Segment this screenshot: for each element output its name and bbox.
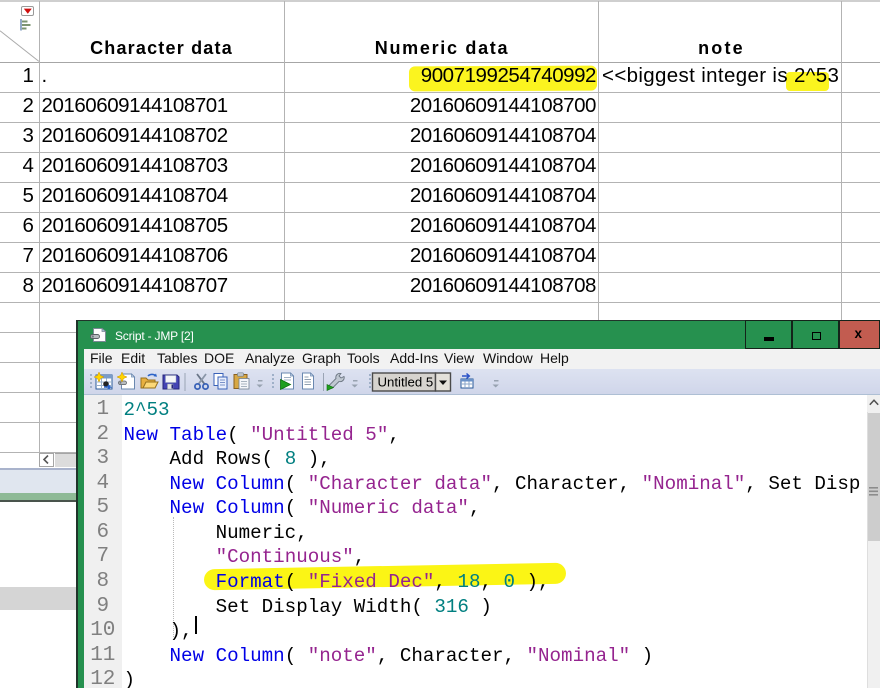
svg-text:Untitled 5: Untitled 5 [377,374,433,389]
